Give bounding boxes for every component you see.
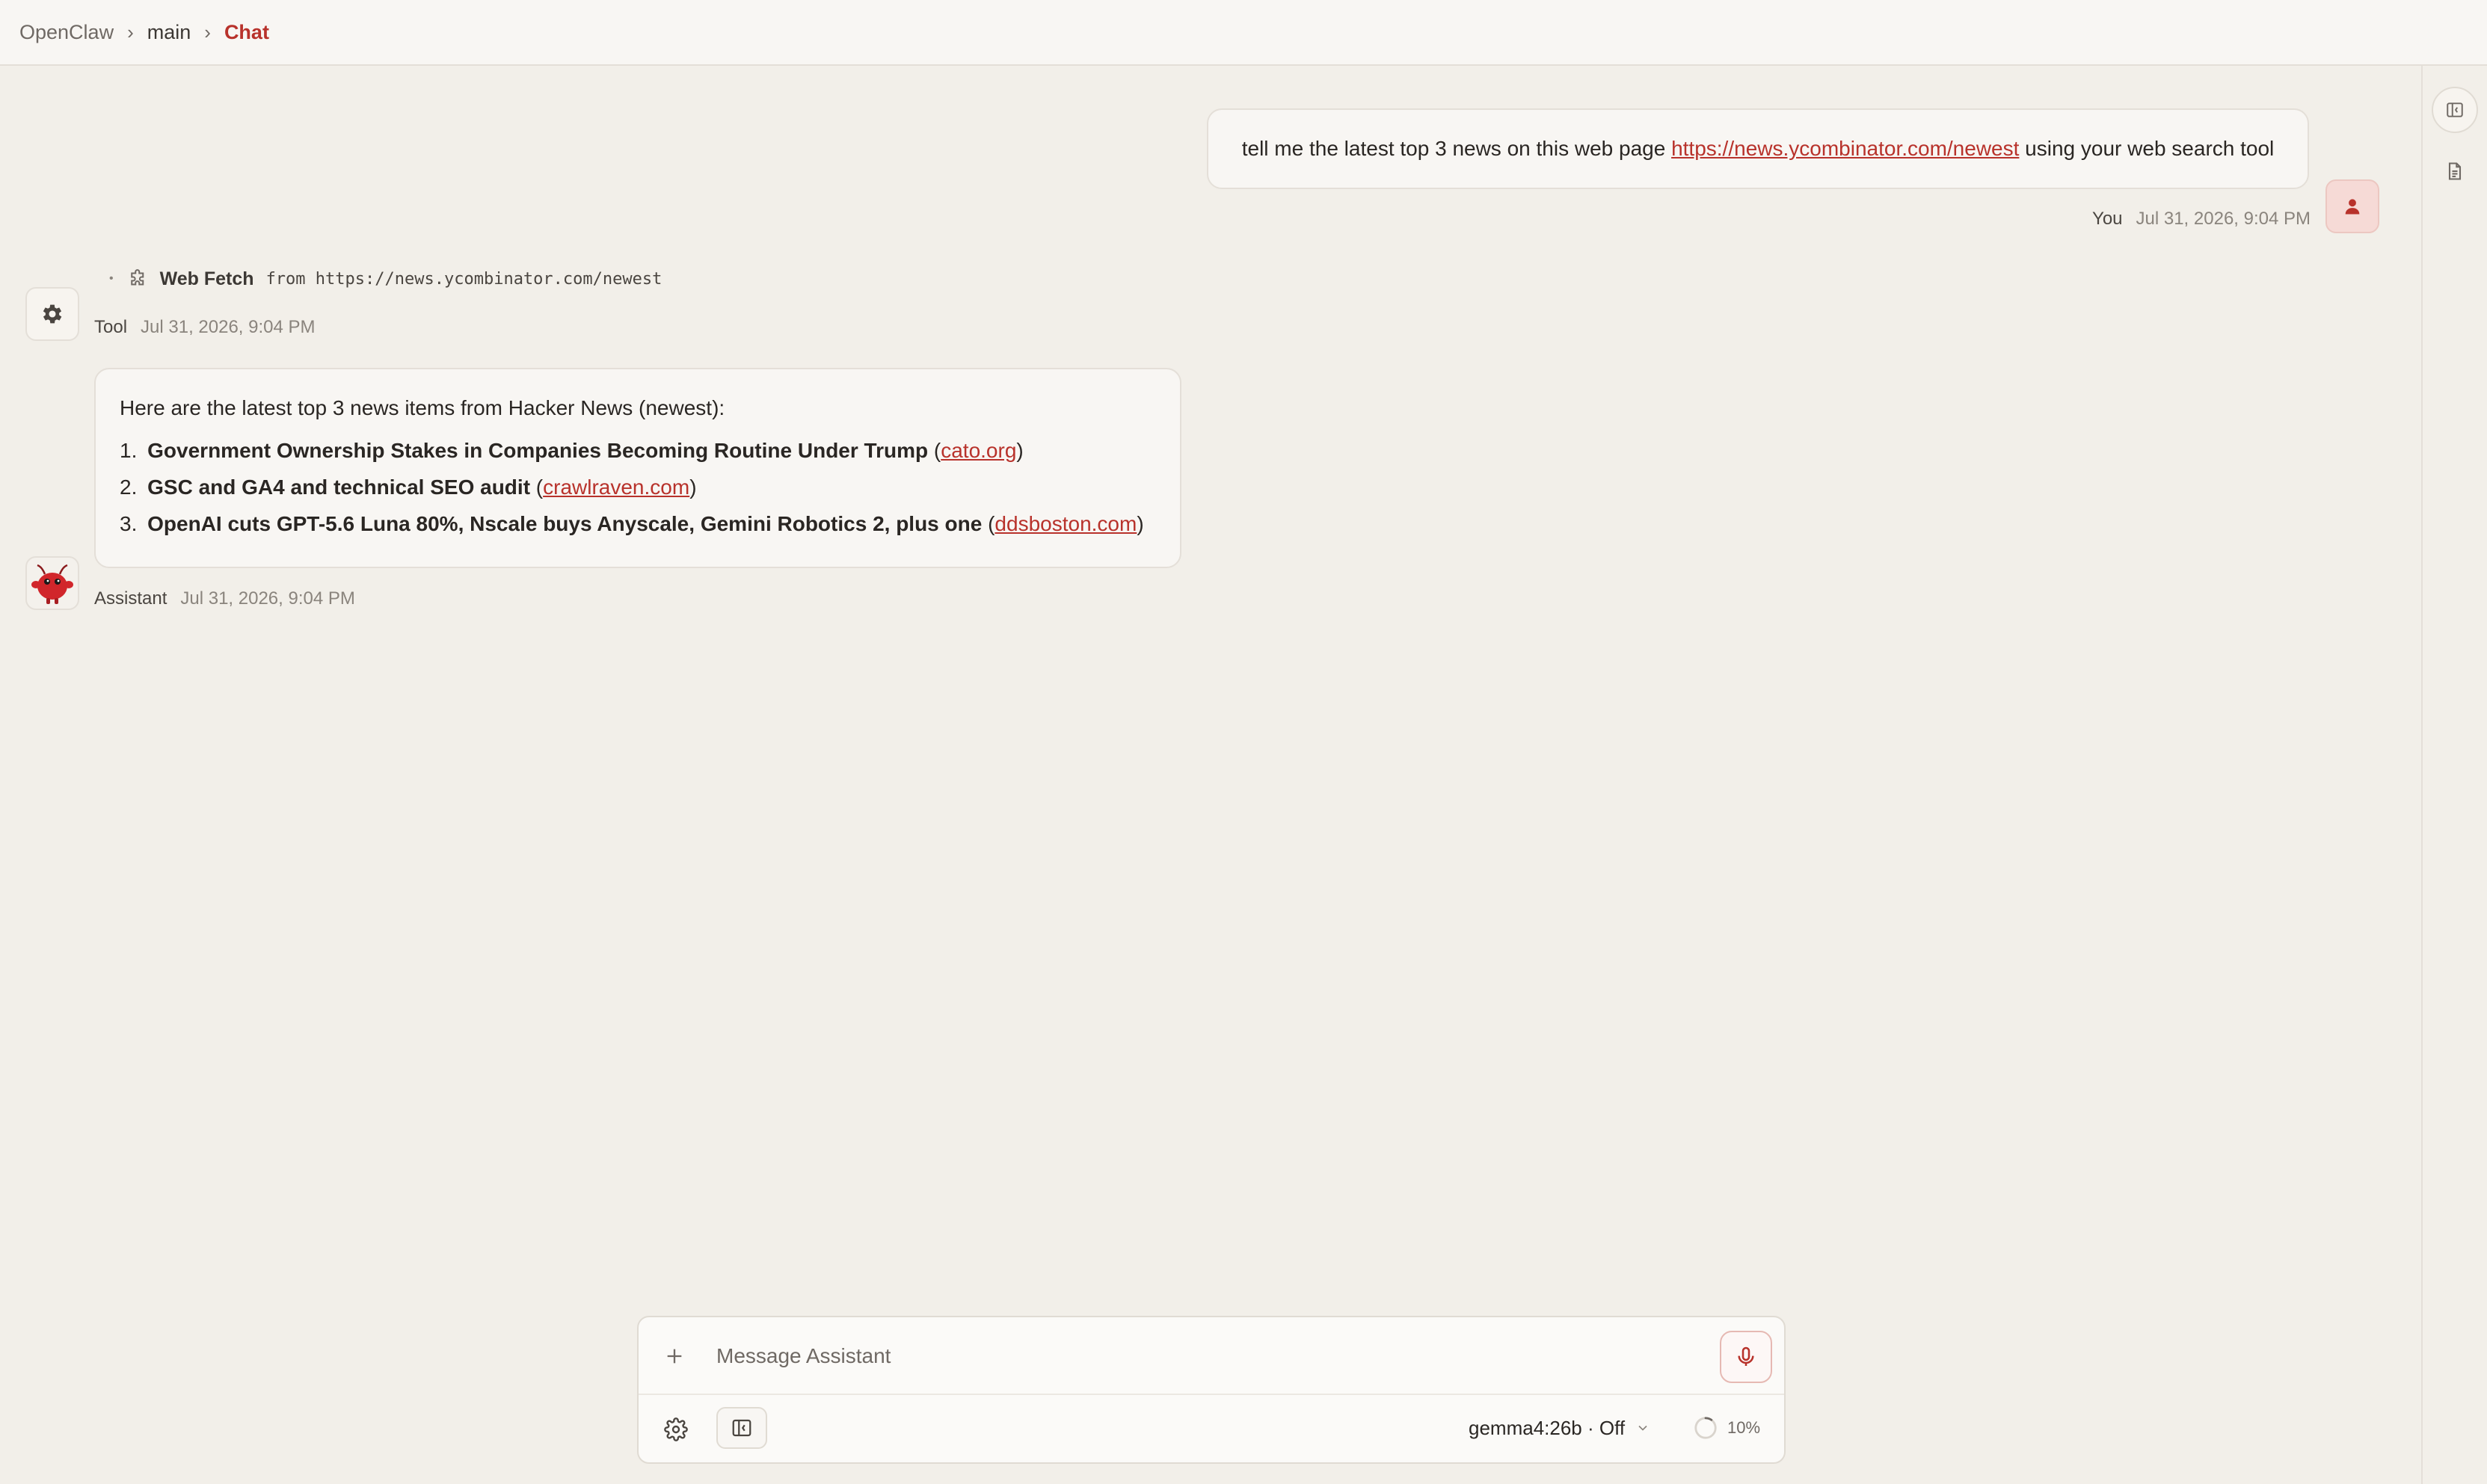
document-icon: [2448, 162, 2462, 180]
tool-avatar: [25, 287, 79, 341]
assistant-avatar: [25, 556, 79, 610]
toggle-sidebar-button[interactable]: [2432, 87, 2478, 133]
chevron-down-icon: [1635, 1420, 1650, 1435]
user-timestamp: Jul 31, 2026, 9:04 PM: [2136, 209, 2311, 229]
breadcrumb-separator: ›: [204, 20, 211, 43]
gear-icon: [664, 1417, 688, 1441]
app-window: OpenClaw › main › Chat tell me the lates: [0, 0, 2487, 1484]
paren-open: (: [535, 475, 544, 499]
paren-close: ): [1137, 512, 1144, 535]
breadcrumb-current: Chat: [224, 20, 269, 43]
list-item-number: 2.: [120, 475, 138, 499]
model-selector-label: gemma4:26b · Off: [1469, 1416, 1626, 1439]
sidebar-panel-icon: [2447, 102, 2463, 117]
composer-input-row: [639, 1317, 1784, 1395]
user-author: You: [2092, 209, 2123, 229]
assistant-message-meta: Assistant Jul 31, 2026, 9:04 PM: [94, 588, 355, 609]
user-message-text: tell me the latest top 3 news on this we…: [1241, 137, 1672, 160]
list-item-number: 3.: [120, 512, 138, 535]
news-title: Government Ownership Stakes in Companies…: [147, 439, 929, 462]
tool-message-meta: Tool Jul 31, 2026, 9:04 PM: [94, 317, 316, 338]
news-source-link[interactable]: ddsboston.com: [995, 512, 1137, 535]
list-item: 1. Government Ownership Stakes in Compan…: [120, 437, 1156, 473]
toggle-panel-button[interactable]: [716, 1407, 767, 1449]
document-button[interactable]: [2432, 148, 2478, 194]
list-item: 3. OpenAI cuts GPT-5.6 Luna 80%, Nscale …: [120, 510, 1156, 547]
voice-input-button[interactable]: [1720, 1331, 1772, 1383]
tool-author: Tool: [94, 317, 128, 337]
tool-name: Web Fetch: [159, 268, 254, 289]
breadcrumb-root[interactable]: OpenClaw: [19, 21, 114, 44]
tool-source: from https://news.ycombinator.com/newest: [265, 269, 663, 289]
context-usage-value: 10%: [1727, 1418, 1761, 1437]
news-source-link[interactable]: crawlraven.com: [543, 475, 689, 499]
context-usage-indicator: 10%: [1693, 1413, 1760, 1443]
attach-button[interactable]: [661, 1343, 688, 1370]
assistant-author: Assistant: [94, 588, 167, 609]
assistant-intro: Here are the latest top 3 news items fro…: [120, 396, 725, 419]
news-title: OpenAI cuts GPT-5.6 Luna 80%, Nscale buy…: [147, 512, 983, 535]
right-rail: [2421, 66, 2487, 1484]
paren-close: ): [689, 475, 697, 499]
progress-ring-icon: [1694, 1417, 1717, 1439]
assistant-timestamp: Jul 31, 2026, 9:04 PM: [180, 588, 355, 609]
microphone-icon: [1738, 1346, 1754, 1366]
news-title: GSC and GA4 and technical SEO audit: [147, 475, 531, 499]
user-message-bubble: tell me the latest top 3 news on this we…: [1207, 108, 2309, 189]
tool-bullet: •: [109, 272, 114, 285]
breadcrumb-separator: ›: [127, 20, 134, 43]
tool-call-summary[interactable]: • Web Fetch from https://news.ycombinato…: [109, 266, 662, 292]
breadcrumb: OpenClaw › main › Chat: [0, 0, 2487, 66]
tool-timestamp: Jul 31, 2026, 9:04 PM: [141, 317, 316, 337]
model-selector[interactable]: gemma4:26b · Off: [1469, 1413, 1650, 1443]
gear-icon: [43, 304, 62, 324]
user-message-meta: You Jul 31, 2026, 9:04 PM: [2092, 209, 2311, 230]
breadcrumb-branch[interactable]: main: [147, 21, 191, 44]
list-item: 2. GSC and GA4 and technical SEO audit (…: [120, 473, 1156, 510]
plus-icon: [667, 1349, 682, 1364]
user-avatar: [2325, 179, 2379, 233]
puzzle-icon: [130, 269, 144, 286]
message-composer: gemma4:26b · Off 10%: [637, 1316, 1786, 1464]
paren-open: (: [933, 439, 941, 462]
news-source-link[interactable]: cato.org: [941, 439, 1016, 462]
user-message-link[interactable]: https://news.ycombinator.com/newest: [1671, 137, 2019, 161]
paren-close: ): [1016, 439, 1024, 462]
sidebar-panel-icon: [732, 1419, 751, 1437]
list-item-number: 1.: [120, 439, 138, 462]
composer-settings-button[interactable]: [661, 1414, 691, 1444]
person-icon: [2345, 199, 2360, 215]
assistant-message-bubble: Here are the latest top 3 news items fro…: [94, 368, 1181, 568]
message-input[interactable]: [716, 1338, 1688, 1374]
user-message-text-tail: using your web search tool: [2019, 137, 2275, 160]
lobster-mascot-icon: [31, 564, 73, 604]
